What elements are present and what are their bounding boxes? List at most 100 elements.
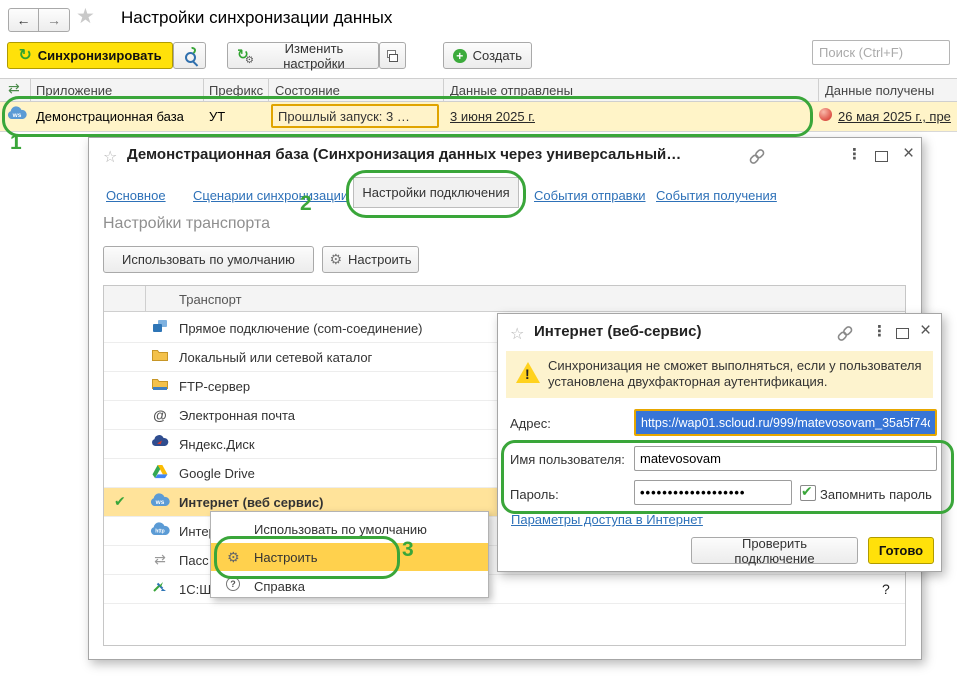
tab-connection-settings-label: Настройки подключения xyxy=(362,185,509,200)
internet-access-link[interactable]: Параметры доступа в Интернет xyxy=(511,512,703,527)
ftp-icon xyxy=(149,377,171,394)
username-input[interactable] xyxy=(634,446,937,471)
email-icon: @ xyxy=(149,407,171,423)
column-separator xyxy=(818,78,819,102)
menu-help-label: Справка xyxy=(254,579,305,594)
configure-button[interactable]: ⚙ Настроить xyxy=(322,246,419,273)
selected-check-icon: ✔ xyxy=(114,493,126,510)
link-icon[interactable] xyxy=(835,325,855,345)
tab-main[interactable]: Основное xyxy=(106,188,166,203)
done-button[interactable]: Готово xyxy=(868,537,934,564)
exchange-icon: ⇄ xyxy=(8,80,20,97)
row-prefix[interactable]: УТ xyxy=(209,109,225,124)
col-header-prefix[interactable]: Префикс xyxy=(209,83,263,98)
warning-text: Синхронизация не сможет выполняться, есл… xyxy=(548,358,922,390)
open-in-window-button[interactable] xyxy=(379,42,406,69)
app-screen: ← → ★ Настройки синхронизации данных ↻ С… xyxy=(0,0,957,679)
state-text: Прошлый запуск: 3 … xyxy=(278,109,410,124)
link-icon[interactable] xyxy=(747,148,767,168)
sync-search-icon xyxy=(183,48,196,64)
google-drive-icon xyxy=(149,464,171,482)
favorite-star-icon[interactable]: ★ xyxy=(76,4,95,29)
synchronize-button[interactable]: ↻ Синхронизировать xyxy=(7,42,173,69)
col-header-state[interactable]: Состояние xyxy=(275,83,340,98)
open-window-icon xyxy=(389,50,396,62)
address-label: Адрес: xyxy=(510,416,551,431)
done-label: Готово xyxy=(879,543,923,558)
transport-label: Локальный или сетевой каталог xyxy=(179,350,372,365)
transport-label: Яндекс.Диск xyxy=(179,437,255,452)
sent-date-link[interactable]: 3 июня 2025 г. xyxy=(450,109,535,124)
svg-text:ws: ws xyxy=(155,499,165,506)
transport-label: 1С:Ш xyxy=(179,582,211,597)
svg-text:ws: ws xyxy=(12,112,22,119)
check-connection-label: Проверить подключение xyxy=(701,536,848,566)
close-icon[interactable]: × xyxy=(903,144,914,163)
ws-cloud-icon: ws xyxy=(7,106,27,123)
password-label: Пароль: xyxy=(510,487,559,502)
address-input[interactable] xyxy=(634,409,937,436)
warning-box: ! Синхронизация не сможет выполняться, е… xyxy=(506,351,933,398)
menu-configure-label: Настроить xyxy=(254,550,318,565)
transport-col-header[interactable]: Транспорт xyxy=(179,292,242,307)
forward-button[interactable]: → xyxy=(39,8,70,32)
column-separator xyxy=(268,78,269,102)
received-date-link[interactable]: 26 мая 2025 г., пре xyxy=(838,109,951,124)
tab-scenarios[interactable]: Сценарии синхронизации xyxy=(193,188,348,203)
tab-connection-settings[interactable]: Настройки подключения xyxy=(353,177,519,208)
maximize-icon[interactable] xyxy=(896,328,909,339)
help-question-mark[interactable]: ? xyxy=(882,581,890,597)
state-cell[interactable]: Прошлый запуск: 3 … xyxy=(271,104,439,128)
annotation-step1-number: 1 xyxy=(10,131,22,155)
dialog-star-icon[interactable]: ☆ xyxy=(103,147,117,167)
more-menu-icon[interactable]: ⋮ xyxy=(872,324,887,339)
back-button[interactable]: ← xyxy=(8,8,39,32)
checkbox-check-icon: ✔ xyxy=(801,483,813,500)
transport-label: Пасс xyxy=(179,553,209,568)
menu-item-help[interactable]: ? Справка xyxy=(211,572,488,599)
forward-icon: → xyxy=(47,12,61,28)
edit-settings-button[interactable]: ↻⚙ Изменить настройки xyxy=(227,42,379,69)
check-connection-button[interactable]: Проверить подключение xyxy=(691,537,858,564)
search-input[interactable] xyxy=(812,40,950,65)
more-menu-icon[interactable]: ⋮ xyxy=(847,147,862,162)
ws-cloud-icon: ws xyxy=(149,493,171,510)
dialog1-title: Демонстрационная база (Синхронизация дан… xyxy=(127,146,742,163)
annotation-step3-number: 3 xyxy=(402,538,414,562)
create-button[interactable]: + Создать xyxy=(443,42,532,69)
dialog2-title: Интернет (веб-сервис) xyxy=(534,323,824,340)
yandex-disk-icon xyxy=(149,435,171,450)
synchronize-label: Синхронизировать xyxy=(38,48,162,63)
edit-settings-label: Изменить настройки xyxy=(259,41,369,71)
help-icon: ? xyxy=(226,577,240,591)
column-separator xyxy=(203,78,204,102)
menu-use-default-label: Использовать по умолчанию xyxy=(254,522,427,537)
tab-send-events[interactable]: События отправки xyxy=(534,188,646,203)
bus-icon xyxy=(149,580,171,595)
http-cloud-icon: http xyxy=(149,522,171,539)
menu-item-configure[interactable]: ⚙ Настроить xyxy=(211,543,488,571)
sync-search-button[interactable] xyxy=(173,42,206,69)
page-title: Настройки синхронизации данных xyxy=(121,8,392,28)
tab-receive-events[interactable]: События получения xyxy=(656,188,777,203)
use-default-button[interactable]: Использовать по умолчанию xyxy=(103,246,314,273)
col-header-sent[interactable]: Данные отправлены xyxy=(450,83,573,98)
use-default-label: Использовать по умолчанию xyxy=(122,252,295,267)
col-header-app[interactable]: Приложение xyxy=(36,83,112,98)
dialog-star-icon[interactable]: ☆ xyxy=(510,324,524,344)
configure-label: Настроить xyxy=(348,252,412,267)
add-icon: + xyxy=(453,49,467,63)
col-header-received[interactable]: Данные получены xyxy=(825,83,934,98)
password-input[interactable] xyxy=(634,480,792,505)
row-app-name[interactable]: Демонстрационная база xyxy=(36,109,184,124)
column-separator xyxy=(145,286,146,312)
maximize-icon[interactable] xyxy=(875,151,888,162)
username-label: Имя пользователя: xyxy=(510,452,625,467)
sync-icon: ↻ xyxy=(18,48,31,64)
transport-label: FTP-сервер xyxy=(179,379,250,394)
close-icon[interactable]: × xyxy=(920,321,931,340)
transport-label: Google Drive xyxy=(179,466,255,481)
remember-password-checkbox[interactable]: ✔ xyxy=(800,485,816,501)
menu-item-use-default[interactable]: Использовать по умолчанию xyxy=(211,515,488,542)
folder-icon xyxy=(149,348,171,364)
